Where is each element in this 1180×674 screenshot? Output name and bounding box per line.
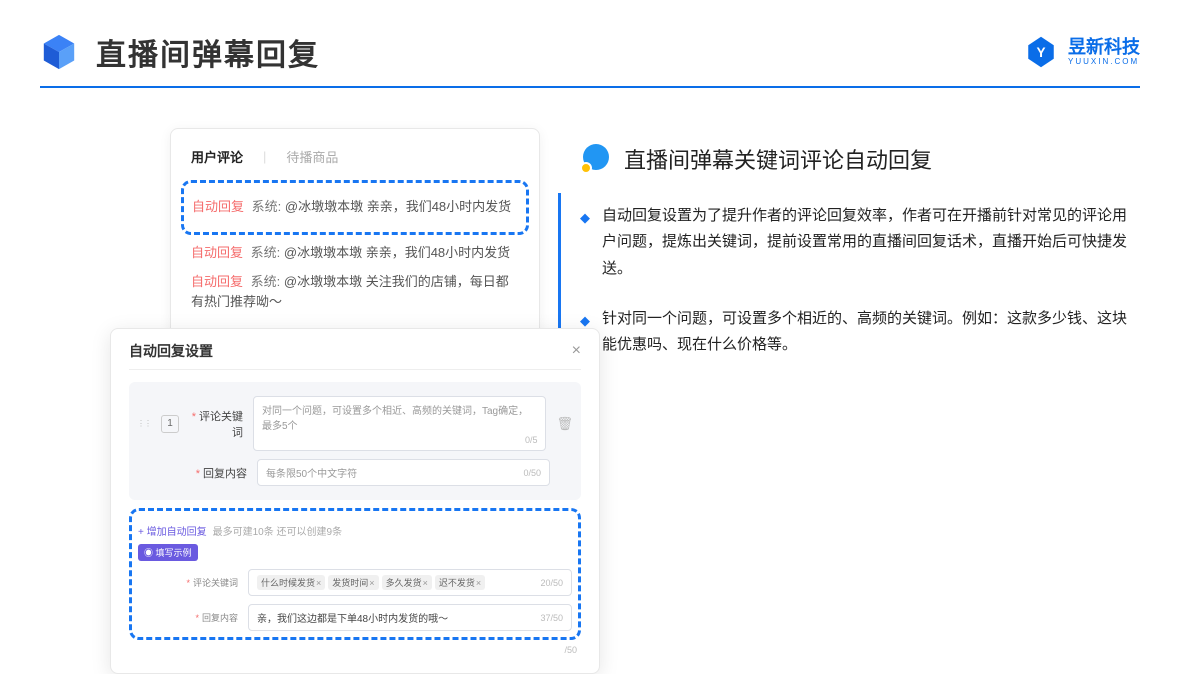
bullet-text: 自动回复设置为了提升作者的评论回复效率，作者可在开播前针对常见的评论用户问题，提… — [602, 203, 1140, 282]
add-auto-reply-link[interactable]: + 增加自动回复 — [138, 523, 207, 538]
content-input[interactable]: 每条限50个中文字符 0/50 — [257, 459, 550, 486]
tag-chip[interactable]: 迟不发货× — [435, 575, 485, 590]
tag-chip[interactable]: 什么时候发货× — [257, 575, 325, 590]
section-title: 直播间弹幕关键词评论自动回复 — [624, 143, 932, 175]
main-content: 用户评论 | 待播商品 自动回复 系统: @冰墩墩本墩 亲亲，我们48小时内发货… — [0, 88, 1180, 382]
right-column: 直播间弹幕关键词评论自动回复 ◆ 自动回复设置为了提升作者的评论回复效率，作者可… — [580, 128, 1140, 382]
auto-reply-tag: 自动回复 — [192, 199, 244, 214]
content-count: 0/50 — [523, 468, 541, 478]
example-tag-count: 20/50 — [540, 578, 563, 588]
auto-reply-tag: 自动回复 — [191, 245, 243, 260]
tabs-row: 用户评论 | 待播商品 — [191, 147, 519, 166]
keyword-input[interactable]: 对同一个问题，可设置多个相近、高频的关键词，Tag确定，最多5个 0/5 — [253, 396, 546, 451]
sys-label: 系统: — [251, 274, 281, 289]
add-auto-reply-row: + 增加自动回复 最多可建10条 还可以创建9条 — [138, 523, 572, 538]
brand-area: Y 昱新科技 YUUXIN.COM — [1024, 35, 1140, 69]
keyword-row: ⋮⋮ 1 *评论关键词 对同一个问题，可设置多个相近、高频的关键词，Tag确定，… — [137, 392, 573, 455]
brand-logo-icon: Y — [1024, 35, 1058, 69]
example-content-input[interactable]: 亲，我们这边都是下单48小时内发货的哦～ 37/50 — [248, 604, 572, 631]
bullet-item: ◆ 自动回复设置为了提升作者的评论回复效率，作者可在开播前针对常见的评论用户问题… — [580, 203, 1140, 282]
auto-reply-settings-modal: 自动回复设置 × ⋮⋮ 1 *评论关键词 对同一个问题，可设置多个相近、高频的关… — [110, 328, 600, 674]
add-hint-text: 最多可建10条 还可以创建9条 — [213, 523, 342, 538]
comment-item: 自动回复 系统: @冰墩墩本墩 关注我们的店铺，每日都有热门推荐呦～ — [191, 272, 519, 314]
drag-handle-icon[interactable]: ⋮⋮ — [137, 422, 151, 426]
bullet-item: ◆ 针对同一个问题，可设置多个相近的、高频的关键词。例如：这款多少钱、这块能优惠… — [580, 306, 1140, 359]
tab-pending-products[interactable]: 待播商品 — [286, 147, 338, 166]
auto-reply-tag: 自动回复 — [191, 274, 243, 289]
brand-name: 昱新科技 — [1068, 38, 1140, 58]
content-row: *回复内容 每条限50个中文字符 0/50 — [137, 455, 573, 490]
remaining-count: /50 — [129, 645, 581, 655]
page-title: 直播间弹幕回复 — [96, 30, 320, 74]
example-keyword-row: *评论关键词 什么时候发货× 发货时间× 多久发货× 迟不发货× 20/50 — [138, 565, 572, 600]
slide-header: 直播间弹幕回复 Y 昱新科技 YUUXIN.COM — [0, 0, 1180, 86]
section-heading: 直播间弹幕关键词评论自动回复 — [580, 143, 1140, 175]
example-keyword-input[interactable]: 什么时候发货× 发货时间× 多久发货× 迟不发货× 20/50 — [248, 569, 572, 596]
modal-title: 自动回复设置 — [129, 341, 213, 361]
setting-block: ⋮⋮ 1 *评论关键词 对同一个问题，可设置多个相近、高频的关键词，Tag确定，… — [129, 382, 581, 500]
example-reply-text: 亲，我们这边都是下单48小时内发货的哦～ — [257, 610, 448, 625]
example-badge: ◉ 填写示例 — [138, 544, 198, 561]
example-content-row: *回复内容 亲，我们这边都是下单48小时内发货的哦～ 37/50 — [138, 600, 572, 635]
brand-text: 昱新科技 YUUXIN.COM — [1068, 38, 1140, 67]
example-content-label: *回复内容 — [184, 611, 238, 624]
sys-label: 系统: — [252, 199, 282, 214]
comment-text: @冰墩墩本墩 亲亲，我们48小时内发货 — [284, 245, 510, 260]
example-reply-count: 37/50 — [540, 613, 563, 623]
row-number: 1 — [161, 415, 179, 433]
bullet-dot-icon — [580, 144, 610, 174]
svg-text:Y: Y — [1036, 45, 1045, 60]
tab-user-comments[interactable]: 用户评论 — [191, 147, 243, 166]
delete-icon[interactable]: 🗑 — [556, 416, 573, 432]
keyword-label: *评论关键词 — [189, 408, 243, 440]
comment-text: @冰墩墩本墩 亲亲，我们48小时内发货 — [285, 199, 511, 214]
example-keyword-label: *评论关键词 — [184, 576, 238, 589]
bullet-text: 针对同一个问题，可设置多个相近的、高频的关键词。例如：这款多少钱、这块能优惠吗、… — [602, 306, 1140, 359]
header-left: 直播间弹幕回复 — [40, 30, 320, 74]
tab-separator: | — [263, 149, 266, 164]
tag-chip[interactable]: 多久发货× — [382, 575, 432, 590]
left-column: 用户评论 | 待播商品 自动回复 系统: @冰墩墩本墩 亲亲，我们48小时内发货… — [40, 128, 540, 382]
comment-item: 自动回复 系统: @冰墩墩本墩 亲亲，我们48小时内发货 — [191, 243, 519, 264]
comment-item: 自动回复 系统: @冰墩墩本墩 亲亲，我们48小时内发货 — [192, 197, 518, 218]
keyword-placeholder: 对同一个问题，可设置多个相近、高频的关键词，Tag确定，最多5个 — [262, 402, 537, 432]
cube-logo-icon — [40, 33, 78, 71]
keyword-count: 0/5 — [525, 435, 538, 445]
brand-subtitle: YUUXIN.COM — [1068, 58, 1140, 67]
modal-header: 自动回复设置 × — [129, 341, 581, 370]
content-label: *回复内容 — [193, 465, 247, 481]
tag-chip[interactable]: 发货时间× — [328, 575, 378, 590]
close-icon[interactable]: × — [572, 342, 581, 360]
highlighted-comment: 自动回复 系统: @冰墩墩本墩 亲亲，我们48小时内发货 — [181, 180, 529, 235]
example-highlight: + 增加自动回复 最多可建10条 还可以创建9条 ◉ 填写示例 *评论关键词 什… — [129, 508, 581, 640]
sys-label: 系统: — [251, 245, 281, 260]
content-placeholder: 每条限50个中文字符 — [266, 465, 357, 480]
diamond-icon: ◆ — [580, 207, 590, 282]
